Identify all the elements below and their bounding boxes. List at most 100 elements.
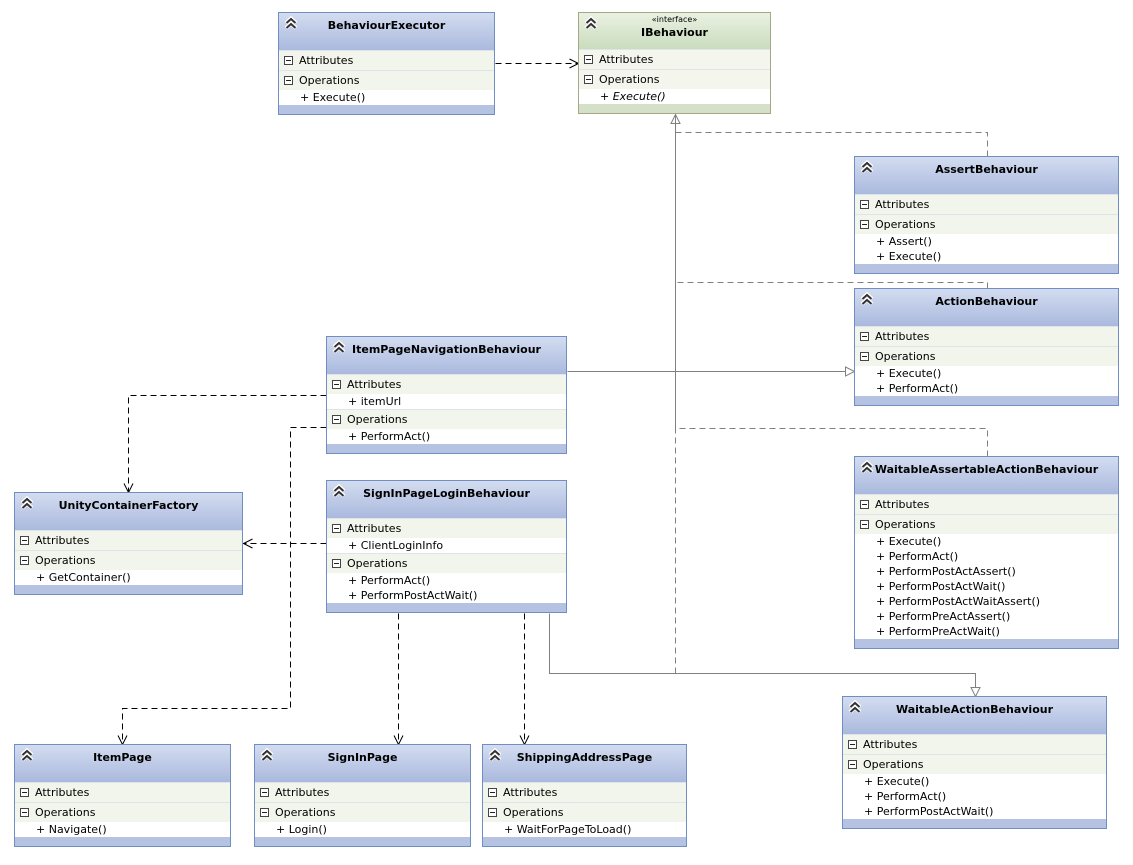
class-header[interactable]: AssertBehaviour — [855, 157, 1118, 194]
operation-item[interactable]: + PerformAct() — [327, 573, 566, 588]
collapse-minus-icon[interactable] — [260, 807, 269, 817]
operations-section-toggle[interactable]: Operations — [855, 514, 1118, 534]
attributes-section-toggle[interactable]: Attributes — [327, 518, 566, 538]
collapse-minus-icon[interactable] — [860, 199, 869, 209]
dependency-sign-in-page-login-behaviour-to-shipping-address-page[interactable] — [519, 613, 530, 746]
operations-section-toggle[interactable]: Operations — [579, 69, 770, 89]
attributes-section-toggle[interactable]: Attributes — [483, 782, 686, 802]
collapse-minus-icon[interactable] — [260, 787, 269, 797]
collapse-chevrons-icon[interactable] — [488, 747, 502, 762]
operation-item[interactable]: + Execute() — [279, 90, 494, 105]
collapse-minus-icon[interactable] — [488, 787, 497, 797]
collapse-minus-icon[interactable] — [284, 75, 293, 85]
class-i-behaviour[interactable]: «interface» IBehaviour Attributes Operation… — [578, 12, 771, 114]
collapse-minus-icon[interactable] — [332, 558, 341, 568]
class-header[interactable]: WaitableAssertableActionBehaviour — [855, 457, 1118, 494]
class-assert-behaviour[interactable]: AssertBehaviour Attributes Operations + Ass… — [854, 156, 1119, 274]
operation-item[interactable]: + WaitForPageToLoad() — [483, 822, 686, 837]
operation-item[interactable]: + PerformPostActWait() — [855, 579, 1118, 594]
class-sign-in-page[interactable]: SignInPage Attributes Operations + Login() — [254, 744, 471, 847]
operation-item[interactable]: + PerformAct() — [327, 429, 566, 444]
dependency-sign-in-page-login-behaviour-to-sign-in-page[interactable] — [393, 613, 404, 746]
operation-item[interactable]: + Login() — [255, 822, 470, 837]
operation-item[interactable]: + PerformAct() — [855, 381, 1118, 396]
collapse-minus-icon[interactable] — [332, 414, 341, 424]
class-item-page-navigation-behaviour[interactable]: ItemPageNavigationBehaviour Attributes + i… — [326, 336, 567, 454]
operation-item[interactable]: + Execute() — [855, 249, 1118, 264]
collapse-chevrons-icon[interactable] — [332, 339, 346, 354]
operations-section-toggle[interactable]: Operations — [327, 409, 566, 429]
connector-line[interactable] — [675, 114, 988, 157]
collapse-minus-icon[interactable] — [860, 219, 869, 229]
class-header[interactable]: WaitableActionBehaviour — [843, 697, 1106, 734]
attributes-section-toggle[interactable]: Attributes — [255, 782, 470, 802]
collapse-minus-icon[interactable] — [848, 739, 857, 749]
class-unity-container-factory[interactable]: UnityContainerFactory Attributes Operation… — [14, 492, 243, 595]
collapse-minus-icon[interactable] — [860, 331, 869, 341]
dependency-behaviour-executor-to-i-behaviour[interactable] — [495, 58, 580, 69]
operations-section-toggle[interactable]: Operations — [855, 346, 1118, 366]
operation-item[interactable]: + PerformPostActWaitAssert() — [855, 594, 1118, 609]
attributes-section-toggle[interactable]: Attributes — [15, 530, 242, 550]
operation-item[interactable]: + Execute() — [855, 366, 1118, 381]
class-shipping-address-page[interactable]: ShippingAddressPage Attributes Operations +… — [482, 744, 687, 847]
class-header[interactable]: «interface» IBehaviour — [579, 13, 770, 49]
inheritance-item-page-navigation-behaviour-to-action-behaviour[interactable] — [567, 366, 856, 377]
operation-item[interactable]: + PerformPostActWait() — [327, 588, 566, 603]
attributes-section-toggle[interactable]: Attributes — [843, 734, 1106, 754]
collapse-chevrons-icon[interactable] — [284, 15, 298, 30]
collapse-minus-icon[interactable] — [860, 519, 869, 529]
operation-item[interactable]: + PerformPostActWait() — [843, 804, 1106, 819]
class-header[interactable]: ShippingAddressPage — [483, 745, 686, 782]
operations-section-toggle[interactable]: Operations — [15, 550, 242, 570]
collapse-chevrons-icon[interactable] — [848, 699, 862, 714]
operations-section-toggle[interactable]: Operations — [483, 802, 686, 822]
collapse-chevrons-icon[interactable] — [20, 747, 34, 762]
collapse-chevrons-icon[interactable] — [584, 15, 598, 30]
collapse-chevrons-icon[interactable] — [260, 747, 274, 762]
operation-item[interactable]: + PerformAct() — [855, 549, 1118, 564]
collapse-minus-icon[interactable] — [860, 499, 869, 509]
collapse-minus-icon[interactable] — [20, 535, 29, 545]
collapse-minus-icon[interactable] — [20, 555, 29, 565]
operations-section-toggle[interactable]: Operations — [255, 802, 470, 822]
collapse-chevrons-icon[interactable] — [860, 291, 874, 306]
class-waitable-action-behaviour[interactable]: WaitableActionBehaviour Attributes Operati… — [842, 696, 1107, 829]
operation-item[interactable]: + Execute() — [579, 89, 770, 104]
operation-item[interactable]: + Execute() — [843, 774, 1106, 789]
class-item-page[interactable]: ItemPage Attributes Operations + Navigate() — [14, 744, 231, 847]
collapse-minus-icon[interactable] — [584, 54, 593, 64]
operations-section-toggle[interactable]: Operations — [855, 214, 1118, 234]
class-action-behaviour[interactable]: ActionBehaviour Attributes Operations + Exe… — [854, 288, 1119, 406]
collapse-chevrons-icon[interactable] — [332, 483, 346, 498]
collapse-minus-icon[interactable] — [848, 759, 857, 769]
class-header[interactable]: BehaviourExecutor — [279, 13, 494, 50]
collapse-minus-icon[interactable] — [284, 55, 293, 65]
connector-line[interactable] — [128, 395, 327, 493]
class-header[interactable]: ActionBehaviour — [855, 289, 1118, 326]
attribute-item[interactable]: + itemUrl — [327, 394, 566, 409]
dependency-sign-in-page-login-behaviour-to-unity-container-factory[interactable] — [242, 538, 327, 549]
attribute-item[interactable]: + ClientLoginInfo — [327, 538, 566, 553]
collapse-chevrons-icon[interactable] — [20, 495, 34, 510]
operation-item[interactable]: + GetContainer() — [15, 570, 242, 585]
attributes-section-toggle[interactable]: Attributes — [855, 194, 1118, 214]
collapse-minus-icon[interactable] — [488, 807, 497, 817]
collapse-minus-icon[interactable] — [332, 379, 341, 389]
class-header[interactable]: SignInPage — [255, 745, 470, 782]
attributes-section-toggle[interactable]: Attributes — [15, 782, 230, 802]
dependency-item-page-navigation-behaviour-to-unity-container-factory[interactable] — [123, 395, 327, 494]
operation-item[interactable]: + PerformPreActAssert() — [855, 609, 1118, 624]
collapse-minus-icon[interactable] — [20, 787, 29, 797]
operation-item[interactable]: + Execute() — [855, 534, 1118, 549]
collapse-minus-icon[interactable] — [332, 523, 341, 533]
collapse-chevrons-icon[interactable] — [860, 159, 874, 174]
operation-item[interactable]: + PerformPreActWait() — [855, 624, 1118, 639]
attributes-section-toggle[interactable]: Attributes — [327, 374, 566, 394]
operations-section-toggle[interactable]: Operations — [279, 70, 494, 90]
class-header[interactable]: ItemPage — [15, 745, 230, 782]
class-waitable-assertable-action-behaviour[interactable]: WaitableAssertableActionBehaviour Attribu… — [854, 456, 1119, 649]
operations-section-toggle[interactable]: Operations — [327, 553, 566, 573]
collapse-chevrons-icon[interactable] — [860, 459, 874, 474]
class-header[interactable]: ItemPageNavigationBehaviour — [327, 337, 566, 374]
